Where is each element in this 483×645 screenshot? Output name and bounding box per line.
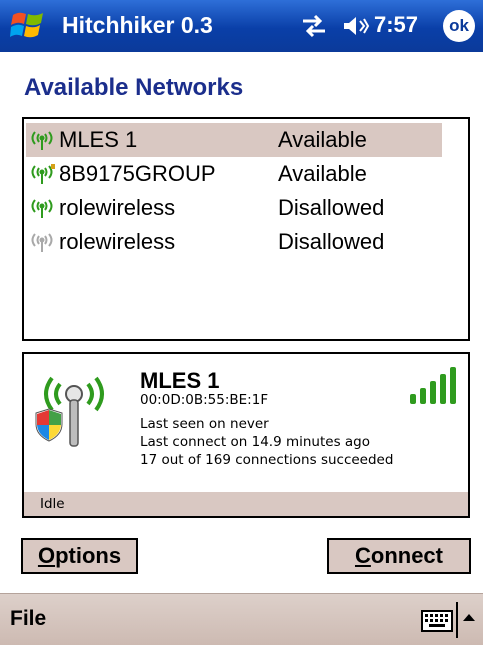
- options-mnemonic: O: [37, 543, 56, 568]
- network-status: Disallowed: [278, 229, 385, 254]
- wireless-signal-gray-icon: [31, 233, 53, 252]
- detail-last-seen: Last seen on never: [140, 416, 269, 432]
- wireless-signal-green-icon: [31, 131, 53, 150]
- connectivity-icon[interactable]: [300, 13, 328, 39]
- network-detail-panel: MLES 1 00:0D:0B:55:BE:1F Last seen on ne…: [22, 352, 470, 518]
- connect-label: onnect: [370, 543, 443, 568]
- network-name: rolewireless: [59, 229, 176, 254]
- network-status: Available: [278, 127, 367, 152]
- menu-bar: File: [0, 593, 483, 645]
- status-bar: Idle: [24, 492, 468, 516]
- network-name: 8B9175GROUP: [59, 161, 216, 186]
- detail-mac-address: 00:0D:0B:55:BE:1F: [140, 392, 269, 408]
- page-title: Available Networks: [24, 74, 244, 101]
- network-list[interactable]: MLES 1 Available 8B9175GROUP Available r…: [22, 117, 470, 341]
- detail-connection-stats: 17 out of 169 connections succeeded: [140, 452, 394, 468]
- windows-start-icon[interactable]: [10, 9, 46, 43]
- title-bar: Hitchhiker 0.3 7:57 ok: [0, 0, 483, 52]
- sip-up-arrow-icon[interactable]: [463, 614, 475, 621]
- connect-button[interactable]: Connect: [327, 538, 471, 574]
- keyboard-icon[interactable]: [421, 610, 453, 632]
- network-row[interactable]: rolewireless Disallowed: [26, 191, 442, 225]
- network-name: rolewireless: [59, 195, 176, 220]
- network-row[interactable]: 8B9175GROUP Available: [26, 157, 442, 191]
- sip-separator: [456, 602, 458, 638]
- app-title: Hitchhiker 0.3: [62, 12, 213, 38]
- status-text: Idle: [40, 496, 65, 512]
- wireless-signal-green-locked-icon: [31, 164, 55, 184]
- network-name: MLES 1: [59, 127, 138, 152]
- detail-last-connect: Last connect on 14.9 minutes ago: [140, 434, 371, 450]
- network-status: Available: [278, 161, 367, 186]
- network-status: Disallowed: [278, 195, 385, 220]
- security-shield-icon: [35, 408, 63, 442]
- network-row[interactable]: rolewireless Disallowed: [26, 225, 442, 259]
- clock[interactable]: 7:57: [374, 12, 418, 38]
- network-row[interactable]: MLES 1 Available: [26, 123, 442, 157]
- file-menu[interactable]: File: [10, 607, 46, 631]
- options-button[interactable]: Options: [21, 538, 138, 574]
- connect-mnemonic: C: [354, 543, 371, 568]
- options-label: ptions: [55, 543, 122, 568]
- wireless-signal-green-icon: [31, 199, 53, 218]
- ok-button[interactable]: ok: [443, 10, 475, 42]
- signal-strength-bars-icon: [410, 367, 456, 404]
- detail-network-name: MLES 1: [140, 368, 220, 393]
- volume-icon[interactable]: [342, 14, 370, 38]
